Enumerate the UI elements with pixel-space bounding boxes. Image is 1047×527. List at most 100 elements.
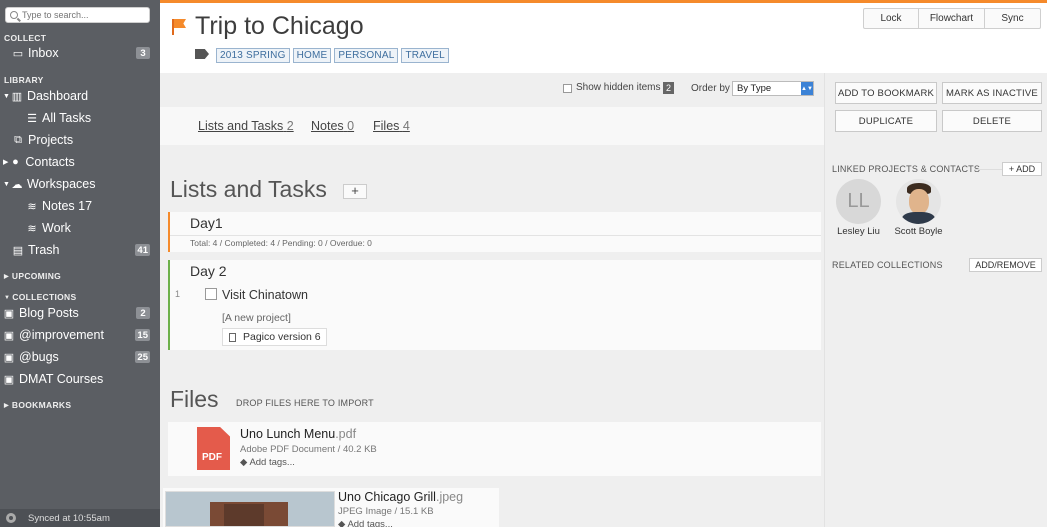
tab-files[interactable]: Files 4 bbox=[373, 119, 410, 133]
tab-label: Notes bbox=[311, 119, 344, 133]
flowchart-button[interactable]: Flowchart bbox=[919, 9, 985, 28]
bugs-count-badge: 25 bbox=[135, 351, 150, 363]
dashboard-icon: ▥ bbox=[11, 90, 23, 103]
sidebar-item-blog-posts[interactable]: ▣ Blog Posts 2 bbox=[3, 303, 155, 323]
trash-count-badge: 41 bbox=[135, 244, 150, 256]
list-title[interactable]: Day1 bbox=[190, 215, 223, 231]
tag-icon: ◆ bbox=[240, 457, 248, 468]
tab-notes[interactable]: Notes 0 bbox=[311, 119, 354, 133]
sidebar-item-all-tasks[interactable]: ☰ All Tasks bbox=[26, 108, 91, 128]
avatar[interactable] bbox=[896, 179, 941, 224]
tag-chip[interactable]: PERSONAL bbox=[334, 48, 399, 63]
section-tabs: Lists and Tasks 2 Notes 0 Files 4 bbox=[160, 107, 824, 145]
tag-chip[interactable]: 2013 SPRING bbox=[216, 48, 290, 63]
list-day2[interactable]: Day 2 1 Visit Chinatown [A new project] … bbox=[168, 260, 821, 350]
flag-icon[interactable] bbox=[172, 19, 188, 35]
expand-triangle-icon: ▼ bbox=[3, 180, 10, 188]
inbox-icon: ▭ bbox=[12, 47, 24, 60]
section-collections[interactable]: COLLECTIONS bbox=[4, 292, 76, 302]
sidebar-item-improvement[interactable]: ▣ @improvement 15 bbox=[3, 325, 155, 345]
list-title[interactable]: Day 2 bbox=[190, 263, 227, 279]
avatar[interactable]: LL bbox=[836, 179, 881, 224]
sidebar-item-label: Projects bbox=[28, 133, 74, 147]
tag-icon bbox=[195, 49, 209, 59]
duplicate-button[interactable]: DUPLICATE bbox=[835, 110, 937, 132]
file-meta: Adobe PDF Document / 40.2 KB bbox=[240, 444, 377, 455]
order-by-label: Order by bbox=[691, 83, 730, 94]
tab-label: Lists and Tasks bbox=[198, 119, 284, 133]
sidebar-item-inbox[interactable]: ▭ Inbox 3 bbox=[12, 43, 155, 63]
order-by-select[interactable]: By Type ▲▼ bbox=[732, 81, 814, 96]
add-tags-link[interactable]: ◆ Add tags... bbox=[240, 457, 295, 468]
tab-count: 0 bbox=[347, 119, 355, 133]
project-header: Trip to Chicago 2013 SPRING HOME PERSONA… bbox=[160, 3, 1047, 73]
sidebar-item-notes[interactable]: ≋ Notes 17 bbox=[26, 196, 92, 216]
sidebar-item-label: Contacts bbox=[25, 155, 75, 169]
list-icon: ☰ bbox=[27, 112, 37, 125]
collapse-triangle-icon: ▶ bbox=[3, 159, 9, 166]
sidebar-item-trash[interactable]: ▤ Trash 41 bbox=[12, 240, 155, 260]
list-stats: Total: 4 / Completed: 4 / Pending: 0 / O… bbox=[190, 238, 372, 248]
box-icon: ▣ bbox=[3, 307, 15, 320]
sidebar-item-contacts[interactable]: ▶ ● Contacts bbox=[3, 152, 75, 172]
sidebar-item-projects[interactable]: ⧉ Projects bbox=[12, 130, 73, 150]
gear-icon[interactable] bbox=[6, 513, 16, 523]
wifi-icon: ≋ bbox=[27, 222, 37, 235]
sidebar-item-dashboard[interactable]: ▼ ▥ Dashboard bbox=[3, 86, 88, 106]
add-tags-link[interactable]: ◆ Add tags... bbox=[338, 519, 393, 527]
page-title[interactable]: Trip to Chicago bbox=[195, 12, 364, 41]
sync-button[interactable]: Sync bbox=[985, 9, 1040, 28]
tab-label: Files bbox=[373, 119, 400, 133]
image-thumbnail bbox=[165, 491, 335, 527]
add-to-bookmark-button[interactable]: ADD TO BOOKMARK bbox=[835, 82, 937, 104]
files-section-heading: Files bbox=[170, 386, 219, 412]
add-remove-button[interactable]: ADD/REMOVE bbox=[969, 258, 1042, 272]
sidebar-item-bugs[interactable]: ▣ @bugs 25 bbox=[3, 347, 155, 367]
tab-lists-and-tasks[interactable]: Lists and Tasks 2 bbox=[198, 119, 294, 133]
box-icon: ▣ bbox=[3, 351, 15, 364]
tab-count: 2 bbox=[286, 119, 294, 133]
add-list-button[interactable]: + bbox=[343, 184, 367, 199]
sidebar-item-dmat-courses[interactable]: ▣ DMAT Courses bbox=[3, 369, 103, 389]
sidebar-item-label: Trash bbox=[28, 243, 60, 257]
linked-item[interactable]: Pagico version 6 bbox=[222, 328, 327, 346]
list-day1[interactable]: Day1 Total: 4 / Completed: 4 / Pending: … bbox=[168, 212, 821, 252]
add-linked-button[interactable]: + ADD bbox=[1002, 162, 1042, 176]
sidebar-item-label: Inbox bbox=[28, 46, 59, 60]
inbox-count-badge: 3 bbox=[136, 47, 150, 59]
section-bookmarks[interactable]: BOOKMARKS bbox=[4, 400, 71, 410]
task-checkbox[interactable] bbox=[205, 288, 217, 300]
chevron-updown-icon: ▲▼ bbox=[801, 82, 813, 95]
sidebar-item-label: DMAT Courses bbox=[19, 372, 104, 386]
contact-name[interactable]: Scott Boyle bbox=[886, 226, 951, 237]
tag-icon: ◆ bbox=[338, 519, 346, 527]
file-item[interactable]: PDF Uno Lunch Menu.pdf Adobe PDF Documen… bbox=[168, 422, 821, 476]
sidebar-item-work[interactable]: ≋ Work bbox=[26, 218, 71, 238]
document-icon bbox=[229, 332, 236, 342]
section-upcoming[interactable]: UPCOMING bbox=[4, 271, 61, 281]
file-item[interactable]: Uno Chicago Grill.jpeg JPEG Image / 15.1… bbox=[163, 488, 499, 527]
blog-posts-count-badge: 2 bbox=[136, 307, 150, 319]
delete-button[interactable]: DELETE bbox=[942, 110, 1042, 132]
tab-count: 4 bbox=[402, 119, 410, 133]
lock-button[interactable]: Lock bbox=[864, 9, 919, 28]
search-input[interactable] bbox=[22, 10, 142, 20]
task-name[interactable]: Visit Chinatown bbox=[222, 288, 308, 302]
contact-name[interactable]: Lesley Liu bbox=[826, 226, 891, 237]
task-number: 1 bbox=[175, 289, 181, 299]
task-note: [A new project] bbox=[222, 312, 291, 324]
file-name[interactable]: Uno Chicago Grill.jpeg bbox=[338, 490, 463, 504]
file-name[interactable]: Uno Lunch Menu.pdf bbox=[240, 427, 356, 441]
linked-item-label: Pagico version 6 bbox=[243, 331, 321, 343]
pdf-file-icon: PDF bbox=[197, 427, 230, 470]
right-panel: ADD TO BOOKMARK MARK AS INACTIVE DUPLICA… bbox=[824, 73, 1047, 527]
sidebar-item-workspaces[interactable]: ▼ ☁ Workspaces bbox=[3, 174, 95, 194]
show-hidden-checkbox[interactable] bbox=[563, 84, 572, 93]
tag-chip[interactable]: HOME bbox=[292, 48, 332, 63]
search-box[interactable] bbox=[5, 7, 150, 23]
trash-icon: ▤ bbox=[12, 244, 24, 257]
header-button-group: Lock Flowchart Sync bbox=[863, 8, 1041, 29]
search-icon bbox=[10, 11, 18, 19]
mark-inactive-button[interactable]: MARK AS INACTIVE bbox=[942, 82, 1042, 104]
tag-chip[interactable]: TRAVEL bbox=[401, 48, 449, 63]
